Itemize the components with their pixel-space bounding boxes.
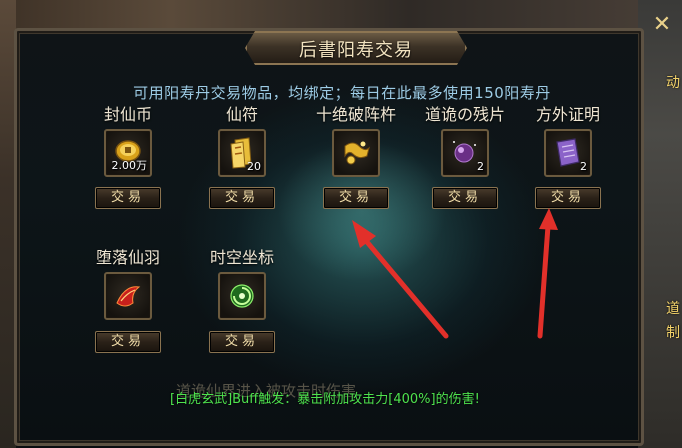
item-count: 2 bbox=[580, 160, 587, 173]
trade-button[interactable]: 交易 bbox=[432, 187, 498, 209]
golden-pestle-icon bbox=[344, 141, 370, 165]
item-count: 2 bbox=[477, 160, 484, 173]
red-feather-icon bbox=[116, 286, 141, 307]
item-name: 道诡の残片 bbox=[424, 105, 505, 124]
notice-text: 可用阳寿丹交易物品，均绑定；每日在此最多使用150阳寿丹 bbox=[133, 84, 551, 102]
item-name: 堕落仙羽 bbox=[95, 248, 160, 267]
item-slot[interactable]: 2 bbox=[441, 129, 489, 177]
item-count: 20 bbox=[247, 160, 261, 173]
item-slot[interactable] bbox=[218, 272, 266, 320]
item-name: 方外证明 bbox=[535, 105, 600, 124]
close-icon[interactable]: ✕ bbox=[650, 14, 674, 38]
item-slot[interactable] bbox=[104, 272, 152, 320]
panel-title: 后書阳寿交易 bbox=[299, 40, 413, 61]
trade-button[interactable]: 交易 bbox=[95, 331, 161, 353]
side-glyph: 动 bbox=[666, 75, 680, 91]
trade-button[interactable]: 交易 bbox=[95, 187, 161, 209]
green-vortex-icon bbox=[230, 284, 254, 308]
side-glyph: 制 bbox=[666, 325, 680, 341]
item-name: 时空坐标 bbox=[209, 248, 274, 267]
buff-broadcast: [白虎玄武]Buff触发：暴击附加攻击力[400%]的伤害! bbox=[170, 392, 480, 407]
side-glyph: 道 bbox=[666, 301, 680, 317]
item-slot[interactable]: 20 bbox=[218, 129, 266, 177]
trade-button[interactable]: 交易 bbox=[323, 187, 389, 209]
item-slot[interactable]: 2 bbox=[544, 129, 592, 177]
item-slot[interactable]: 2.00万 bbox=[104, 129, 152, 177]
trade-button[interactable]: 交易 bbox=[209, 187, 275, 209]
item-name: 封仙币 bbox=[103, 105, 152, 124]
item-name: 仙符 bbox=[225, 105, 258, 124]
item-slot[interactable] bbox=[332, 129, 380, 177]
item-count: 2.00万 bbox=[111, 159, 148, 172]
game-world-top bbox=[0, 0, 682, 30]
trade-button[interactable]: 交易 bbox=[209, 331, 275, 353]
trade-button[interactable]: 交易 bbox=[535, 187, 601, 209]
item-name: 十绝破阵杵 bbox=[315, 105, 396, 124]
game-world-right bbox=[638, 0, 682, 448]
